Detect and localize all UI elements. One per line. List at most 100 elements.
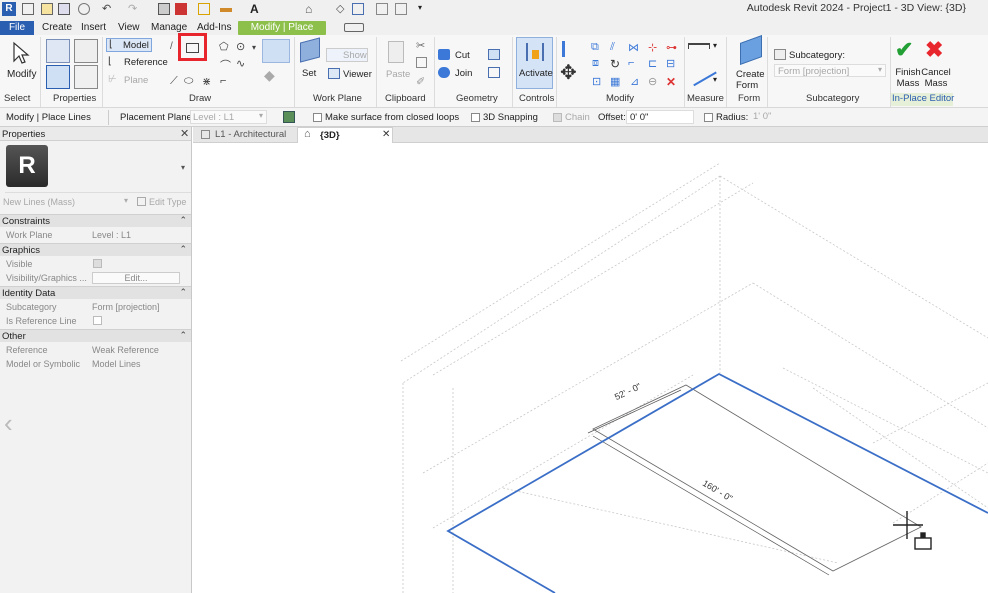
type-selector[interactable]: New Lines (Mass) — [3, 197, 75, 207]
show-workplane-button[interactable]: Show — [326, 48, 368, 62]
section-identity-data[interactable]: Identity Data ⌃ — [0, 286, 191, 299]
circle-tool-icon[interactable]: ⊙ — [236, 40, 245, 53]
open-icon[interactable] — [41, 3, 53, 15]
reference-plane-button[interactable]: ⊬ Plane — [106, 74, 166, 88]
type-filter-chevron-icon[interactable]: ▾ — [124, 196, 128, 205]
spline-tool-icon[interactable]: ∿ — [236, 57, 245, 70]
pin-icon[interactable]: ⊿ — [630, 75, 639, 88]
section-icon[interactable]: ◇ — [336, 3, 348, 15]
placement-plane-dropdown[interactable]: Level : L1 ▾ — [190, 110, 267, 124]
line-tool-icon[interactable]: / — [170, 41, 173, 52]
section-constraints[interactable]: Constraints ⌃ — [0, 214, 191, 227]
workplane-viewer-icon[interactable] — [283, 111, 295, 123]
family-types-icon[interactable] — [46, 65, 70, 89]
polygon-tool-icon[interactable]: ⬠ — [219, 40, 229, 53]
trim-multiple-icon[interactable]: ⊏ — [648, 57, 657, 70]
prop-visibility-edit-button[interactable]: Edit... — [92, 272, 180, 284]
close-tab-icon[interactable]: ✕ — [382, 129, 390, 140]
sync-icon[interactable] — [78, 3, 90, 15]
home-icon[interactable] — [22, 3, 34, 15]
section-graphics[interactable]: Graphics ⌃ — [0, 243, 191, 256]
type-properties-button[interactable] — [74, 39, 98, 63]
lock-icon[interactable]: ⊟ — [666, 57, 675, 70]
chain-checkbox[interactable] — [553, 113, 562, 122]
radius-checkbox[interactable] — [704, 113, 713, 122]
customize-qat-icon[interactable]: ▾ — [418, 3, 430, 15]
measure-icon[interactable] — [198, 3, 210, 15]
make-surface-checkbox[interactable] — [313, 113, 322, 122]
3d-snapping-checkbox[interactable] — [471, 113, 480, 122]
split-gap-icon[interactable]: ⊶ — [666, 41, 677, 54]
offset-icon[interactable]: ⧉ — [591, 41, 599, 54]
draw-on-face-icon[interactable] — [262, 39, 290, 63]
panel-select[interactable]: Select — [4, 93, 30, 104]
join-geometry-button[interactable]: Join — [438, 67, 486, 81]
ellipse-tool-icon[interactable]: ⬭ — [184, 75, 193, 88]
arc-tool-icon[interactable]: ⌒ — [220, 57, 231, 73]
panel-toggle-icon[interactable] — [344, 23, 364, 32]
view-tab-3d[interactable]: ⌂ {3D} ✕ — [297, 127, 393, 143]
prop-reference-value[interactable]: Weak Reference — [92, 345, 159, 355]
unpin-icon[interactable]: ⊖ — [648, 75, 657, 88]
tab-modify-place-lines[interactable]: Modify | Place Lines — [238, 21, 326, 46]
align-icon[interactable] — [562, 41, 578, 57]
activate-button[interactable]: Activate — [516, 37, 553, 89]
pdf-icon[interactable] — [175, 3, 187, 15]
view-tab-l1-architectural[interactable]: L1 - Architectural — [195, 128, 293, 143]
prop-subcategory-value[interactable]: Form [projection] — [92, 302, 160, 312]
measure-dropdown-icon[interactable]: ▾ — [713, 41, 717, 50]
properties-close-icon[interactable]: ✕ — [180, 127, 189, 140]
paste-button[interactable]: Paste — [382, 39, 412, 85]
array-icon[interactable]: ▦ — [610, 75, 620, 88]
mirror-axis-icon[interactable]: ⫽ — [610, 41, 615, 54]
pick-face-icon[interactable]: ⌐ — [220, 75, 226, 87]
copy-icon[interactable] — [416, 57, 427, 68]
family-category-icon[interactable] — [74, 65, 98, 89]
print-icon[interactable] — [158, 3, 170, 15]
radius-input[interactable]: 1' 0" — [750, 110, 810, 124]
properties-button[interactable] — [46, 39, 70, 63]
revit-logo-icon[interactable]: R — [2, 2, 16, 16]
copy-element-icon[interactable]: ⧈ — [592, 57, 599, 70]
text-icon[interactable]: A — [250, 3, 262, 15]
viewer-button[interactable]: Viewer — [326, 68, 372, 82]
trim-icon[interactable]: ⌐ — [628, 57, 634, 69]
split-face-icon[interactable] — [488, 49, 500, 60]
measure-distance-icon[interactable] — [688, 43, 710, 49]
cancel-mass-button[interactable]: ✖ Cancel Mass — [921, 39, 951, 91]
3d-view-canvas[interactable]: 52' - 0" 160' - 0" — [193, 143, 988, 593]
set-workplane-button[interactable]: Set — [298, 37, 322, 84]
create-form-button[interactable]: Create Form — [732, 34, 772, 91]
tab-view[interactable]: View — [118, 21, 140, 35]
tab-insert[interactable]: Insert — [81, 21, 106, 35]
delete-icon[interactable]: ✕ — [666, 75, 676, 89]
section-other[interactable]: Other ⌃ — [0, 329, 191, 342]
draw-on-workplane-icon[interactable]: ◆ — [264, 67, 290, 89]
3d-view-icon[interactable]: ⌂ — [305, 3, 317, 15]
thin-lines-icon[interactable] — [352, 3, 364, 15]
undo-icon[interactable]: ↶ — [102, 3, 114, 15]
scale-icon[interactable]: ⊡ — [592, 75, 601, 88]
tag-icon[interactable] — [220, 8, 232, 12]
tab-create[interactable]: Create — [42, 21, 72, 35]
tab-file[interactable]: File — [0, 21, 34, 35]
prop-is-reference-line-checkbox[interactable] — [93, 316, 102, 325]
reference-line-button[interactable]: ⌊ Reference — [106, 56, 168, 70]
switch-windows-icon[interactable] — [395, 3, 407, 15]
paint-icon[interactable] — [488, 67, 500, 78]
prop-visible-checkbox[interactable] — [93, 259, 102, 268]
type-selector-chevron-icon[interactable]: ▾ — [181, 163, 185, 172]
cut-geometry-button[interactable]: Cut — [438, 49, 486, 63]
model-line-button[interactable]: ⌊ Model — [106, 38, 152, 52]
subcategory-dropdown[interactable]: Form [projection] ▾ — [774, 64, 886, 77]
rotate-icon[interactable]: ↻ — [610, 57, 620, 71]
redo-icon[interactable]: ↷ — [128, 3, 140, 15]
modify-button[interactable]: Modify — [4, 39, 38, 84]
collapse-panel-chevron-icon[interactable]: ‹ — [4, 410, 13, 436]
close-hidden-icon[interactable] — [376, 3, 388, 15]
save-icon[interactable] — [58, 3, 70, 15]
offset-input[interactable]: 0' 0" — [626, 110, 694, 124]
cut-scissors-icon[interactable]: ✂ — [416, 39, 425, 52]
point-element-icon[interactable]: ⋇ — [202, 75, 211, 88]
split-element-icon[interactable]: ⊹ — [648, 41, 657, 54]
